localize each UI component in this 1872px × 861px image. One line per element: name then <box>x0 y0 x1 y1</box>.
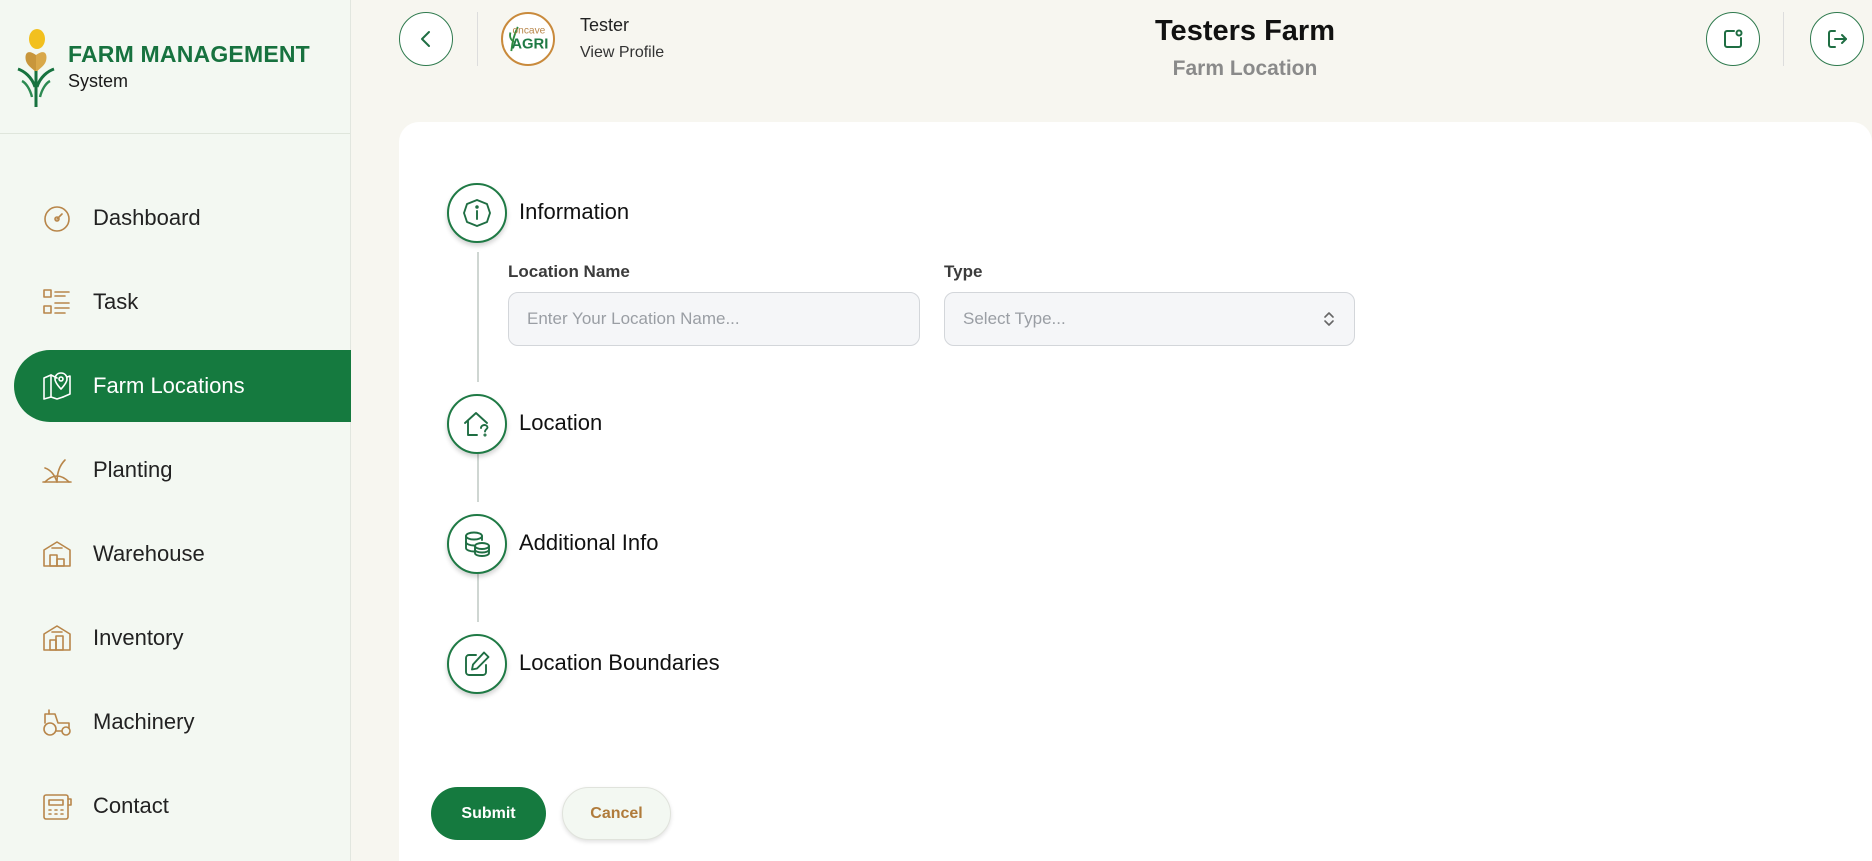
coins-icon <box>465 531 490 557</box>
gauge-icon <box>40 201 74 235</box>
notification-button[interactable] <box>1706 12 1760 66</box>
step-label-location-boundaries: Location Boundaries <box>519 650 720 675</box>
map-pin-icon <box>40 369 74 403</box>
submit-button[interactable]: Submit <box>431 787 546 840</box>
header-divider <box>477 12 478 66</box>
info-icon <box>463 199 491 227</box>
sidebar: FARM MANAGEMENT System Dashboard Task Fa… <box>0 0 351 861</box>
step-label-location: Location <box>519 410 603 435</box>
step-information[interactable] <box>447 183 507 243</box>
avatar[interactable]: oncave AGRI <box>501 12 555 66</box>
step-label-information: Information <box>519 199 630 224</box>
svg-text:oncave: oncave <box>513 25 546 36</box>
step-location[interactable] <box>447 394 507 454</box>
warehouse-icon <box>40 537 74 571</box>
sidebar-nav: Dashboard Task Farm Locations Planting W… <box>0 182 351 854</box>
logout-icon <box>1828 30 1847 48</box>
form-card <box>399 122 1872 861</box>
brand-subtitle: System <box>68 71 129 92</box>
sidebar-item-machinery[interactable]: Machinery <box>14 686 351 758</box>
sidebar-item-label: Farm Locations <box>93 373 245 398</box>
brand-title: FARM MANAGEMENT <box>68 40 310 67</box>
sidebar-item-planting[interactable]: Planting <box>14 434 351 506</box>
sidebar-item-inventory[interactable]: Inventory <box>14 602 351 674</box>
chevron-left-icon <box>421 31 430 47</box>
type-select[interactable]: Select Type... <box>944 292 1355 346</box>
cancel-button[interactable]: Cancel <box>562 787 671 840</box>
wheat-logo-icon <box>17 28 55 107</box>
header-divider <box>1783 12 1784 66</box>
concave-agri-logo-icon: oncave AGRI <box>503 14 549 60</box>
logout-button[interactable] <box>1810 12 1864 66</box>
contact-icon <box>40 789 74 823</box>
step-connector <box>477 252 479 382</box>
sidebar-item-label: Planting <box>93 457 173 482</box>
brand: FARM MANAGEMENT System <box>0 0 350 134</box>
edit-icon <box>465 651 490 676</box>
sidebar-item-label: Task <box>93 289 139 314</box>
location-name-input[interactable] <box>508 292 920 346</box>
location-name-label: Location Name <box>508 262 630 281</box>
tractor-icon <box>40 705 74 739</box>
back-button[interactable] <box>399 12 453 66</box>
step-location-boundaries[interactable] <box>447 634 507 694</box>
sidebar-item-contact[interactable]: Contact <box>14 770 351 842</box>
sidebar-item-label: Contact <box>93 793 169 818</box>
header: oncave AGRI Tester View Profile Testers … <box>352 0 1872 112</box>
sidebar-item-label: Dashboard <box>93 205 201 230</box>
share-notification-icon <box>1724 29 1743 48</box>
sidebar-item-farm-locations[interactable]: Farm Locations <box>14 350 351 422</box>
view-profile-link[interactable]: View Profile <box>580 44 664 62</box>
inventory-icon <box>40 621 74 655</box>
user-name: Tester <box>580 15 630 35</box>
step-additional-info[interactable] <box>447 514 507 574</box>
sidebar-item-label: Machinery <box>93 709 195 734</box>
step-connector <box>477 574 479 622</box>
sidebar-item-label: Inventory <box>93 625 184 650</box>
page-subtitle: Farm Location <box>1172 57 1318 80</box>
chevron-updown-icon <box>1324 312 1334 326</box>
sidebar-item-warehouse[interactable]: Warehouse <box>14 518 351 590</box>
type-select-placeholder: Select Type... <box>963 309 1066 328</box>
step-connector <box>477 454 479 502</box>
type-label: Type <box>944 262 983 281</box>
step-label-additional-info: Additional Info <box>519 530 659 555</box>
sidebar-item-dashboard[interactable]: Dashboard <box>14 182 351 254</box>
svg-text:AGRI: AGRI <box>511 36 548 52</box>
sidebar-item-task[interactable]: Task <box>14 266 351 338</box>
page-title: Testers Farm <box>1155 15 1335 47</box>
task-list-icon <box>40 285 74 319</box>
sprout-icon <box>40 453 74 487</box>
sidebar-item-label: Warehouse <box>93 541 205 566</box>
home-question-icon <box>464 412 489 437</box>
